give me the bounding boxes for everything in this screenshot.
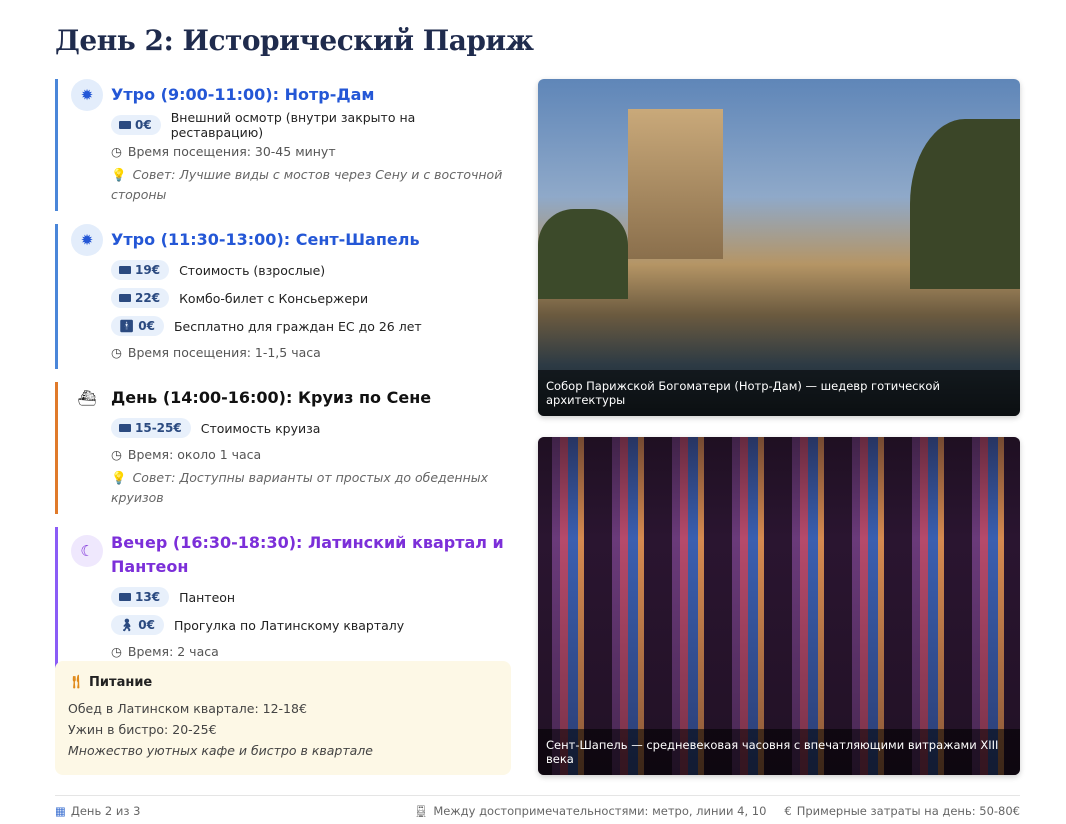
price-badge: 🚶︎ 0€ <box>111 615 164 635</box>
price-badge: 22€ <box>111 288 170 308</box>
lightbulb-icon: 💡 <box>111 167 127 182</box>
cost-label: Комбо-билет с Консьержери <box>179 290 369 306</box>
ticket-icon <box>119 424 131 432</box>
price-badge: 13€ <box>111 587 170 607</box>
ticket-icon <box>119 294 131 302</box>
cost-row: 🚶︎ 0€ Прогулка по Латинскому кварталу <box>111 611 511 639</box>
section-title: Утро (11:30-13:00): Сент-Шапель <box>111 230 420 249</box>
section-title: День (14:00-16:00): Круиз по Сене <box>111 388 432 407</box>
cost-row: 22€ Комбо-билет с Консьержери <box>111 284 511 312</box>
walking-icon: 🚶︎ <box>119 618 135 632</box>
section-latin-quarter: ☾ Вечер (16:30-18:30): Латинский квартал… <box>55 527 511 668</box>
clock-icon: ◷ <box>111 144 122 159</box>
food-line: Ужин в бистро: 20-25€ <box>68 722 217 737</box>
visit-time: ◷ Время: 2 часа <box>111 644 219 659</box>
price-badge: 15-25€ <box>111 418 191 438</box>
notre-dame-photo: Собор Парижской Богоматери (Нотр-Дам) — … <box>538 79 1020 416</box>
clock-icon: ◷ <box>111 447 122 462</box>
person-icon: 🚹︎ <box>119 319 135 333</box>
utensils-icon: 🍴︎ <box>68 675 85 690</box>
ticket-icon <box>119 121 131 129</box>
cost-row: 0€ Внешний осмотр (внутри закрыто на рест… <box>111 110 511 140</box>
section-seine-cruise: ⛴ День (14:00-16:00): Круиз по Сене 15-2… <box>55 382 511 514</box>
sun-icon: ✹ <box>71 224 103 256</box>
cost-label: Бесплатно для граждан ЕС до 26 лет <box>173 318 422 334</box>
image-caption: Собор Парижской Богоматери (Нотр-Дам) — … <box>538 370 1020 416</box>
cost-label: Стоимость (взрослые) <box>179 262 326 278</box>
section-notre-dame: ✹ Утро (9:00-11:00): Нотр-Дам 0€ Внешний … <box>55 79 511 211</box>
photo-shade <box>538 437 1020 775</box>
cost-row: 13€ Пантеон <box>111 583 511 611</box>
food-note: Множество уютных кафе и бистро в квартал… <box>68 743 373 758</box>
sun-icon: ✹ <box>71 79 103 111</box>
footer-info: 🚆︎ Между достопримечательностями: метро, … <box>414 804 1020 818</box>
cost-label: Внешний осмотр (внутри закрыто на рестав… <box>170 110 416 140</box>
tip: 💡 Совет: Лучшие виды с мостов через Сену … <box>111 167 503 202</box>
food-box: 🍴︎ Питание Обед в Латинском квартале: 12… <box>55 661 511 775</box>
trees-shape <box>910 119 1020 289</box>
day-indicator: ▦ День 2 из 3 <box>55 804 141 818</box>
footer: ▦ День 2 из 3 🚆︎ Между достопримечательнос… <box>55 795 1020 818</box>
price-badge: 🚹︎ 0€ <box>111 316 164 336</box>
cost-row: 🚹︎ 0€ Бесплатно для граждан ЕС до 26 лет <box>111 312 511 340</box>
section-title: Утро (9:00-11:00): Нотр-Дам <box>111 85 375 104</box>
visit-time: ◷ Время: около 1 часа <box>111 447 262 462</box>
transport-info: 🚆︎ Между достопримечательностями: метро, … <box>413 804 767 818</box>
food-title: 🍴︎ Питание <box>68 675 153 690</box>
clock-icon: ◷ <box>111 345 122 360</box>
price-badge: 0€ <box>111 115 161 135</box>
lightbulb-icon: 💡 <box>111 470 127 485</box>
itinerary: ✹ Утро (9:00-11:00): Нотр-Дам 0€ Внешний … <box>55 79 511 681</box>
trees-shape <box>538 209 628 299</box>
cost-label: Пантеон <box>179 589 236 605</box>
cost-label: Прогулка по Латинскому кварталу <box>173 617 405 633</box>
budget-info: € Примерные затраты на день: 50-80€ <box>784 804 1020 818</box>
cathedral-shape <box>628 109 723 259</box>
moon-icon: ☾ <box>71 535 103 567</box>
tip: 💡 Совет: Доступны варианты от простых до … <box>111 470 489 505</box>
price-badge: 19€ <box>111 260 170 280</box>
cost-label: Стоимость круиза <box>200 420 321 436</box>
sainte-chapelle-photo: Сент-Шапель — средневековая часовня с вп… <box>538 437 1020 775</box>
map-icon: ▦ <box>55 804 66 818</box>
visit-time: ◷ Время посещения: 1-1,5 часа <box>111 345 321 360</box>
visit-time: ◷ Время посещения: 30-45 минут <box>111 144 336 159</box>
ticket-icon <box>119 593 131 601</box>
ticket-icon <box>119 266 131 274</box>
train-icon: 🚆︎ <box>413 804 429 818</box>
image-caption: Сент-Шапель — средневековая часовня с вп… <box>538 729 1020 775</box>
section-sainte-chapelle: ✹ Утро (11:30-13:00): Сент-Шапель 19€ Сто… <box>55 224 511 369</box>
euro-icon: € <box>784 804 792 818</box>
food-line: Обед в Латинском квартале: 12-18€ <box>68 701 307 716</box>
clock-icon: ◷ <box>111 644 122 659</box>
page-title: День 2: Исторический Париж <box>55 24 534 57</box>
cost-row: 19€ Стоимость (взрослые) <box>111 256 511 284</box>
cost-row: 15-25€ Стоимость круиза <box>111 414 511 442</box>
ship-icon: ⛴ <box>77 389 97 407</box>
section-title: Вечер (16:30-18:30): Латинский квартал и… <box>111 533 504 576</box>
